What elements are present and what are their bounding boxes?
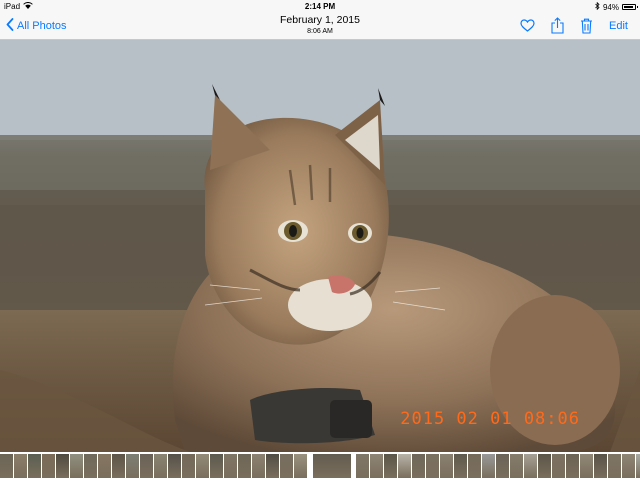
filmstrip-thumb[interactable] (622, 454, 635, 478)
filmstrip-thumb[interactable] (70, 454, 83, 478)
filmstrip-thumb[interactable] (56, 454, 69, 478)
filmstrip-thumb[interactable] (0, 454, 13, 478)
filmstrip-thumb[interactable] (426, 454, 439, 478)
filmstrip-thumb[interactable] (42, 454, 55, 478)
photo-view[interactable]: 2015 02 01 08:06 (0, 40, 640, 452)
filmstrip-thumb[interactable] (398, 454, 411, 478)
filmstrip-thumb[interactable] (608, 454, 621, 478)
filmstrip-thumb[interactable] (524, 454, 537, 478)
filmstrip-thumb[interactable] (112, 454, 125, 478)
trash-icon[interactable] (580, 18, 593, 34)
filmstrip-thumb[interactable] (594, 454, 607, 478)
filmstrip-thumb[interactable] (496, 454, 509, 478)
filmstrip-thumb[interactable] (98, 454, 111, 478)
photo-viewer-screen: iPad 2:14 PM 94% All Photos February 1, … (0, 0, 640, 480)
filmstrip-thumb-current[interactable] (313, 454, 351, 478)
filmstrip[interactable] (0, 452, 640, 480)
filmstrip-thumb[interactable] (140, 454, 153, 478)
status-bar: iPad 2:14 PM 94% (0, 0, 640, 13)
filmstrip-thumb[interactable] (510, 454, 523, 478)
nav-bar: All Photos February 1, 2015 8:06 AM Edit (0, 13, 640, 40)
status-time: 2:14 PM (304, 2, 336, 11)
filmstrip-thumb[interactable] (294, 454, 307, 478)
filmstrip-thumb[interactable] (280, 454, 293, 478)
filmstrip-thumb[interactable] (370, 454, 383, 478)
filmstrip-thumb[interactable] (482, 454, 495, 478)
heart-icon[interactable] (520, 19, 535, 32)
filmstrip-thumb[interactable] (538, 454, 551, 478)
filmstrip-thumb[interactable] (182, 454, 195, 478)
filmstrip-thumb[interactable] (356, 454, 369, 478)
battery-level (624, 6, 633, 8)
filmstrip-thumb[interactable] (252, 454, 265, 478)
nav-actions: Edit (520, 17, 628, 34)
photo-date-stamp: 2015 02 01 08:06 (400, 409, 580, 429)
battery-icon (622, 4, 638, 10)
bobcat-photo (0, 40, 640, 452)
filmstrip-thumb[interactable] (28, 454, 41, 478)
filmstrip-thumb[interactable] (14, 454, 27, 478)
bluetooth-icon (595, 1, 600, 12)
filmstrip-thumb[interactable] (412, 454, 425, 478)
battery-percent: 94% (602, 2, 619, 12)
status-right: 94% (595, 1, 638, 12)
edit-button[interactable]: Edit (609, 20, 628, 32)
filmstrip-thumb[interactable] (552, 454, 565, 478)
filmstrip-thumb[interactable] (84, 454, 97, 478)
filmstrip-thumb[interactable] (266, 454, 279, 478)
filmstrip-thumb[interactable] (196, 454, 209, 478)
filmstrip-thumb[interactable] (384, 454, 397, 478)
filmstrip-thumb[interactable] (468, 454, 481, 478)
share-icon[interactable] (551, 17, 564, 34)
filmstrip-thumb[interactable] (454, 454, 467, 478)
filmstrip-thumb[interactable] (636, 454, 640, 478)
filmstrip-thumb[interactable] (210, 454, 223, 478)
filmstrip-thumb[interactable] (168, 454, 181, 478)
filmstrip-thumb[interactable] (154, 454, 167, 478)
filmstrip-thumb[interactable] (126, 454, 139, 478)
filmstrip-thumb[interactable] (580, 454, 593, 478)
filmstrip-thumb[interactable] (224, 454, 237, 478)
filmstrip-thumb[interactable] (440, 454, 453, 478)
filmstrip-thumb[interactable] (566, 454, 579, 478)
filmstrip-thumb[interactable] (238, 454, 251, 478)
